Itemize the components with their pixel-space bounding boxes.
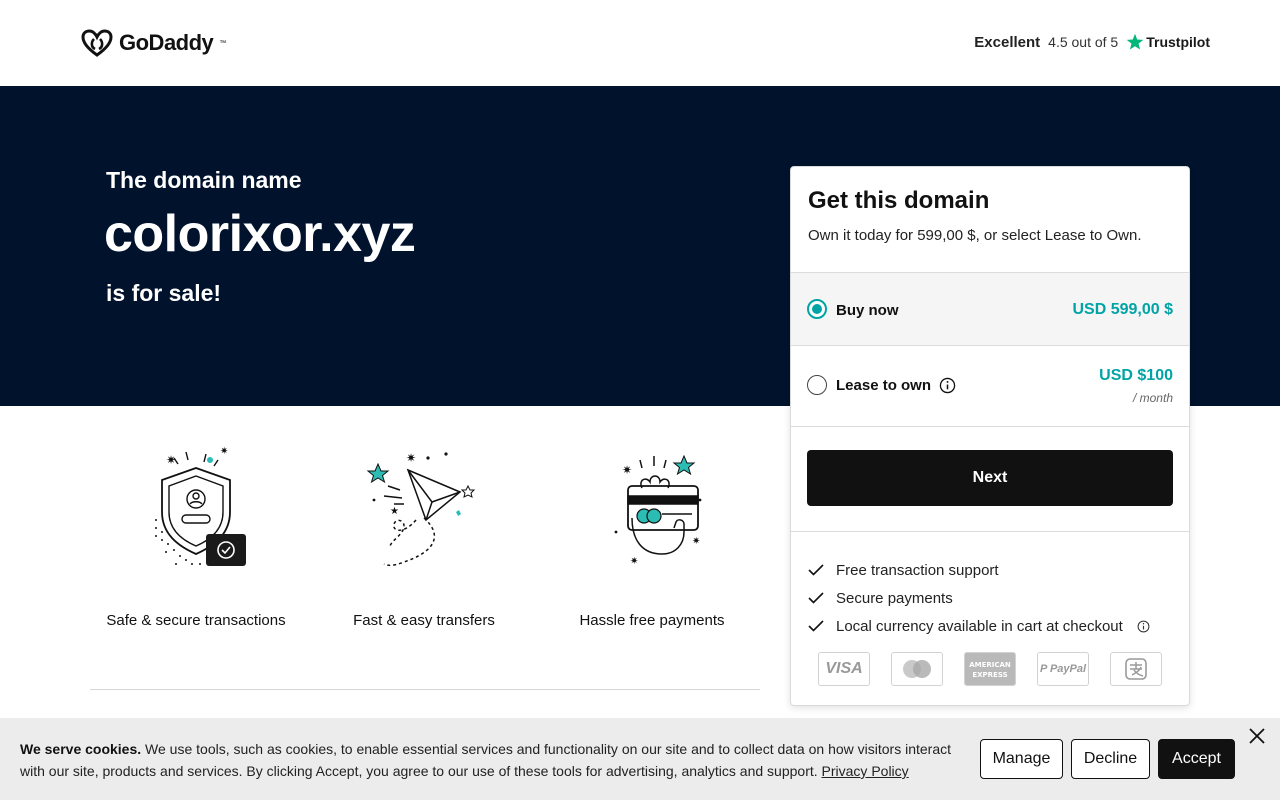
option-label: Buy now bbox=[836, 302, 899, 319]
svg-text:✷: ✷ bbox=[692, 536, 700, 547]
accept-cookies-button[interactable]: Accept bbox=[1158, 739, 1235, 779]
trustpilot-rating[interactable]: Excellent 4.5 out of 5 Trustpilot bbox=[974, 33, 1210, 51]
option-lease-to-own[interactable]: Lease to own USD $100 / month bbox=[791, 346, 1189, 427]
svg-text:✷: ✷ bbox=[220, 446, 228, 457]
cookie-banner: We serve cookies. We use tools, such as … bbox=[0, 718, 1280, 800]
svg-text:✷: ✷ bbox=[630, 556, 638, 567]
cookie-body: We use tools, such as cookies, to enable… bbox=[20, 741, 952, 779]
alipay-icon bbox=[1125, 658, 1147, 680]
buy-now-radio[interactable] bbox=[807, 299, 827, 319]
payment-methods: VISA AMERICAN EXPRESS P PayPal bbox=[791, 640, 1189, 686]
visa-logo: VISA bbox=[818, 652, 870, 686]
paper-plane-icon: ✷ ★ bbox=[366, 451, 476, 567]
benefit-label: Free transaction support bbox=[836, 561, 999, 579]
card-header: Get this domain Own it today for 599,00 … bbox=[791, 167, 1189, 273]
trustpilot-star-icon bbox=[1126, 33, 1144, 50]
mastercard-logo bbox=[891, 652, 943, 686]
benefits-list: Free transaction support Secure payments… bbox=[791, 532, 1189, 640]
trust-score: 4.5 out of 5 bbox=[1048, 34, 1119, 50]
godaddy-logo[interactable]: GoDaddy ™ bbox=[81, 29, 226, 57]
option-price: USD $100 bbox=[1099, 367, 1173, 384]
amex-logo: AMERICAN EXPRESS bbox=[964, 652, 1016, 686]
logo-wordmark: GoDaddy bbox=[119, 30, 214, 55]
check-icon bbox=[808, 592, 824, 604]
site-header: GoDaddy ™ Excellent 4.5 out of 5 Trustpil… bbox=[0, 0, 1280, 86]
benefit-item: Secure payments bbox=[808, 584, 1172, 612]
mastercard-icon bbox=[903, 660, 931, 678]
privacy-policy-link[interactable]: Privacy Policy bbox=[822, 763, 909, 779]
trustpilot-label: Trustpilot bbox=[1146, 34, 1210, 50]
visa-logo-text: VISA bbox=[825, 660, 863, 677]
amex-icon: AMERICAN EXPRESS bbox=[969, 661, 1011, 679]
logo-trademark: ™ bbox=[219, 39, 227, 47]
svg-text:★: ★ bbox=[390, 506, 399, 517]
svg-text:✷: ✷ bbox=[166, 453, 176, 467]
paypal-logo: P PayPal bbox=[1037, 652, 1089, 686]
feature-safe-transactions: ✷ ✷ Safe & secure transactions bbox=[86, 440, 306, 629]
godaddy-heart-icon bbox=[81, 29, 113, 57]
info-icon[interactable] bbox=[1137, 620, 1150, 633]
benefit-label: Local currency available in cart at chec… bbox=[836, 617, 1123, 635]
manage-cookies-button[interactable]: Manage bbox=[980, 739, 1063, 779]
card-title: Get this domain bbox=[808, 187, 990, 214]
cta-section: Next bbox=[791, 427, 1189, 532]
decline-cookies-button[interactable]: Decline bbox=[1071, 739, 1150, 779]
cookie-message: We serve cookies. We use tools, such as … bbox=[20, 738, 960, 782]
option-buy-now[interactable]: Buy now USD 599,00 $ bbox=[791, 273, 1189, 346]
feature-label: Hassle free payments bbox=[579, 612, 725, 629]
benefit-label: Secure payments bbox=[836, 589, 953, 607]
feature-label: Fast & easy transfers bbox=[353, 612, 495, 629]
hand-card-icon: ✷ ✷ ✷ bbox=[614, 454, 702, 567]
option-price-unit: / month bbox=[1132, 391, 1173, 405]
svg-text:✷: ✷ bbox=[622, 463, 632, 477]
features-section: ✷ ✷ Safe & secure transactions ✷ ★ Fast … bbox=[90, 440, 760, 690]
trustpilot-brand: Trustpilot bbox=[1126, 33, 1210, 51]
purchase-card: Get this domain Own it today for 599,00 … bbox=[790, 166, 1190, 706]
info-icon[interactable] bbox=[939, 377, 956, 394]
svg-text:EXPRESS: EXPRESS bbox=[972, 671, 1007, 679]
next-button[interactable]: Next bbox=[807, 450, 1173, 506]
alipay-logo bbox=[1110, 652, 1162, 686]
hero-post-title: is for sale! bbox=[106, 280, 222, 306]
lease-to-own-radio[interactable] bbox=[807, 375, 827, 395]
trust-rating-word: Excellent bbox=[974, 33, 1041, 51]
hero-pre-title: The domain name bbox=[106, 167, 302, 193]
hero-domain-name: colorixor.xyz bbox=[104, 205, 416, 263]
option-label: Lease to own bbox=[836, 377, 932, 394]
benefit-item: Local currency available in cart at chec… bbox=[808, 612, 1172, 640]
feature-label: Safe & secure transactions bbox=[106, 612, 286, 629]
svg-text:✷: ✷ bbox=[406, 451, 416, 465]
benefit-item: Free transaction support bbox=[808, 556, 1172, 584]
feature-fast-transfers: ✷ ★ Fast & easy transfers bbox=[314, 440, 534, 629]
paypal-logo-text: P PayPal bbox=[1039, 663, 1087, 675]
shield-user-icon: ✷ ✷ bbox=[155, 446, 246, 566]
card-subtitle: Own it today for 599,00 $, or select Lea… bbox=[808, 227, 1142, 244]
option-label-group: Lease to own bbox=[836, 377, 956, 394]
svg-text:AMERICAN: AMERICAN bbox=[969, 661, 1011, 669]
cookie-heading: We serve cookies. bbox=[20, 741, 142, 757]
check-icon bbox=[808, 620, 824, 632]
close-icon[interactable] bbox=[1247, 726, 1267, 746]
check-icon bbox=[808, 564, 824, 576]
option-price: USD 599,00 $ bbox=[1072, 301, 1173, 318]
feature-hassle-free-payments: ✷ ✷ ✷ Hassle free payments bbox=[542, 440, 762, 629]
